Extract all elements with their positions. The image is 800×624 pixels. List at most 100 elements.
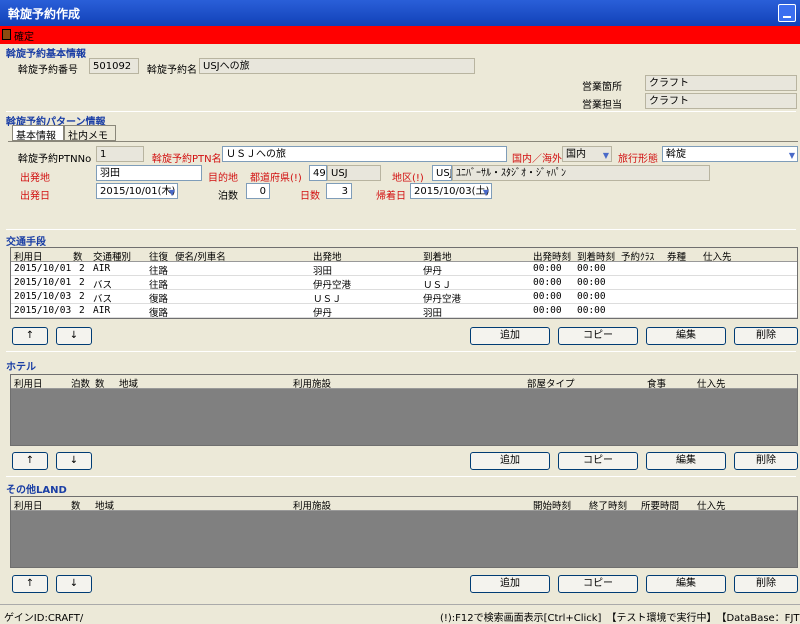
prefecture-name-field: USJ <box>327 165 381 181</box>
column-header[interactable]: 数 <box>73 249 83 263</box>
column-header[interactable]: 開始時刻 <box>533 498 571 512</box>
domestic-select[interactable]: 国内 <box>562 146 612 162</box>
tab-panel-border <box>8 141 798 142</box>
hotel-edit-button[interactable]: 編集 <box>646 452 726 470</box>
column-header[interactable]: 利用日 <box>14 498 43 512</box>
hotel-move-down-button[interactable]: ↓ <box>56 452 92 470</box>
booking-name-label: 斡旋予約名 <box>147 65 197 76</box>
travel-form-select[interactable]: 斡旋 <box>662 146 798 162</box>
cell: 羽田 <box>423 308 443 319</box>
land-grid: 利用日 数 地域 利用施設 開始時刻 終了時刻 所要時間 仕入先 <box>10 496 798 568</box>
column-header[interactable]: 往復 <box>149 249 168 263</box>
cell: 00:00 <box>577 305 606 316</box>
column-header[interactable]: 出発時刻 <box>533 249 571 263</box>
column-header[interactable]: 利用日 <box>14 249 43 263</box>
cell: バス <box>93 280 113 291</box>
area-code-input[interactable]: USJ <box>432 165 452 181</box>
table-row[interactable]: 2015/10/03 2 AIR 復路 伊丹 羽田 00:00 00:00 <box>11 304 797 319</box>
destination-label: 目的地 <box>208 173 238 184</box>
departure-date-picker[interactable]: 2015/10/01(木) <box>96 183 178 199</box>
nights-input[interactable]: 0 <box>246 183 270 199</box>
land-move-down-button[interactable]: ↓ <box>56 575 92 593</box>
column-header[interactable]: 交通種別 <box>93 249 131 263</box>
cell: 2015/10/03 <box>14 305 72 316</box>
nights-label: 泊数 <box>218 191 238 202</box>
departure-input[interactable]: 羽田 <box>96 165 202 181</box>
staff-label: 営業担当 <box>582 100 622 111</box>
column-header[interactable]: 便名/列車名 <box>175 249 226 263</box>
column-header[interactable]: 利用施設 <box>293 376 331 390</box>
column-header[interactable]: 終了時刻 <box>589 498 627 512</box>
booking-no-label: 斡旋予約番号 <box>18 65 78 76</box>
land-copy-button[interactable]: コピー <box>558 575 638 593</box>
cell: 往路 <box>149 266 169 277</box>
title-bar: 斡旋予約作成 <box>0 0 800 26</box>
column-header[interactable]: 仕入先 <box>697 376 726 390</box>
column-header[interactable]: 数 <box>71 498 81 512</box>
transport-move-up-button[interactable]: ↑ <box>12 327 48 345</box>
cell: ＵＳＪ <box>313 294 342 305</box>
domestic-label: 国内／海外 <box>512 154 562 165</box>
column-header[interactable]: 泊数 <box>71 376 90 390</box>
column-header[interactable]: 数 <box>95 376 105 390</box>
cell: 伊丹空港 <box>423 294 462 305</box>
land-add-button[interactable]: 追加 <box>470 575 550 593</box>
hotel-grid: 利用日 泊数 数 地域 利用施設 部屋タイプ 食事 仕入先 <box>10 374 798 446</box>
land-move-up-button[interactable]: ↑ <box>12 575 48 593</box>
transport-grid-header: 利用日 数 交通種別 往復 便名/列車名 出発地 到着地 出発時刻 到着時刻 予… <box>11 248 797 263</box>
land-delete-button[interactable]: 削除 <box>734 575 798 593</box>
area-label: 地区(!) <box>392 173 424 184</box>
travel-form-label: 旅行形態 <box>618 154 658 165</box>
column-header[interactable]: 予約ｸﾗｽ <box>621 249 654 263</box>
ptnname-input[interactable]: ＵＳＪへの旅 <box>222 146 507 162</box>
hotel-section-title: ホテル <box>6 362 36 373</box>
transport-edit-button[interactable]: 編集 <box>646 327 726 345</box>
cell: 00:00 <box>577 291 606 302</box>
column-header[interactable]: 所要時間 <box>641 498 679 512</box>
confirm-button[interactable]: 確定 <box>14 28 34 43</box>
column-header[interactable]: 出発地 <box>313 249 342 263</box>
days-label: 日数 <box>300 191 320 202</box>
cell: 2015/10/03 <box>14 291 72 302</box>
cell: 2 <box>79 305 85 316</box>
transport-copy-button[interactable]: コピー <box>558 327 638 345</box>
ptnname-label: 斡旋予約PTN名 <box>152 154 222 165</box>
column-header[interactable]: 仕入先 <box>697 498 726 512</box>
column-header[interactable]: 利用施設 <box>293 498 331 512</box>
cell: 伊丹空港 <box>313 280 352 291</box>
cell: 往路 <box>149 280 169 291</box>
column-header[interactable]: 到着時刻 <box>577 249 615 263</box>
table-row[interactable]: 2015/10/03 2 バス 復路 ＵＳＪ 伊丹空港 00:00 00:00 <box>11 290 797 305</box>
return-date-picker[interactable]: 2015/10/03(土) <box>410 183 492 199</box>
days-input[interactable]: 3 <box>326 183 352 199</box>
table-row[interactable]: 2015/10/01 2 バス 往路 伊丹空港 ＵＳＪ 00:00 00:00 <box>11 276 797 291</box>
transport-add-button[interactable]: 追加 <box>470 327 550 345</box>
column-header[interactable]: 券種 <box>667 249 686 263</box>
column-header[interactable]: 利用日 <box>14 376 43 390</box>
column-header[interactable]: 到着地 <box>423 249 452 263</box>
column-header[interactable]: 地域 <box>95 498 114 512</box>
hotel-copy-button[interactable]: コピー <box>558 452 638 470</box>
table-row[interactable]: 2015/10/01 2 AIR 往路 羽田 伊丹 00:00 00:00 <box>11 262 797 277</box>
transport-delete-button[interactable]: 削除 <box>734 327 798 345</box>
basic-section-title: 斡旋予約基本情報 <box>6 49 86 60</box>
hotel-move-up-button[interactable]: ↑ <box>12 452 48 470</box>
tab-internal-memo[interactable]: 社内メモ <box>64 125 116 142</box>
column-header[interactable]: 仕入先 <box>703 249 732 263</box>
hotel-delete-button[interactable]: 削除 <box>734 452 798 470</box>
return-date-label: 帰着日 <box>376 191 406 202</box>
prefecture-code-input[interactable]: 49 <box>309 165 327 181</box>
column-header[interactable]: 食事 <box>647 376 666 390</box>
transport-grid: 利用日 数 交通種別 往復 便名/列車名 出発地 到着地 出発時刻 到着時刻 予… <box>10 247 798 319</box>
column-header[interactable]: 部屋タイプ <box>527 376 575 390</box>
cell: 00:00 <box>577 277 606 288</box>
column-header[interactable]: 地域 <box>119 376 138 390</box>
hotel-add-button[interactable]: 追加 <box>470 452 550 470</box>
minimize-button[interactable] <box>778 4 796 22</box>
booking-no-field: 501092 <box>89 58 139 74</box>
confirm-icon[interactable] <box>2 29 11 40</box>
transport-move-down-button[interactable]: ↓ <box>56 327 92 345</box>
area-name-field: ﾕﾆﾊﾞｰｻﾙ・ｽﾀｼﾞｵ・ｼﾞｬﾊﾟﾝ <box>452 165 710 181</box>
land-edit-button[interactable]: 編集 <box>646 575 726 593</box>
tab-basic-info[interactable]: 基本情報 <box>12 125 64 142</box>
